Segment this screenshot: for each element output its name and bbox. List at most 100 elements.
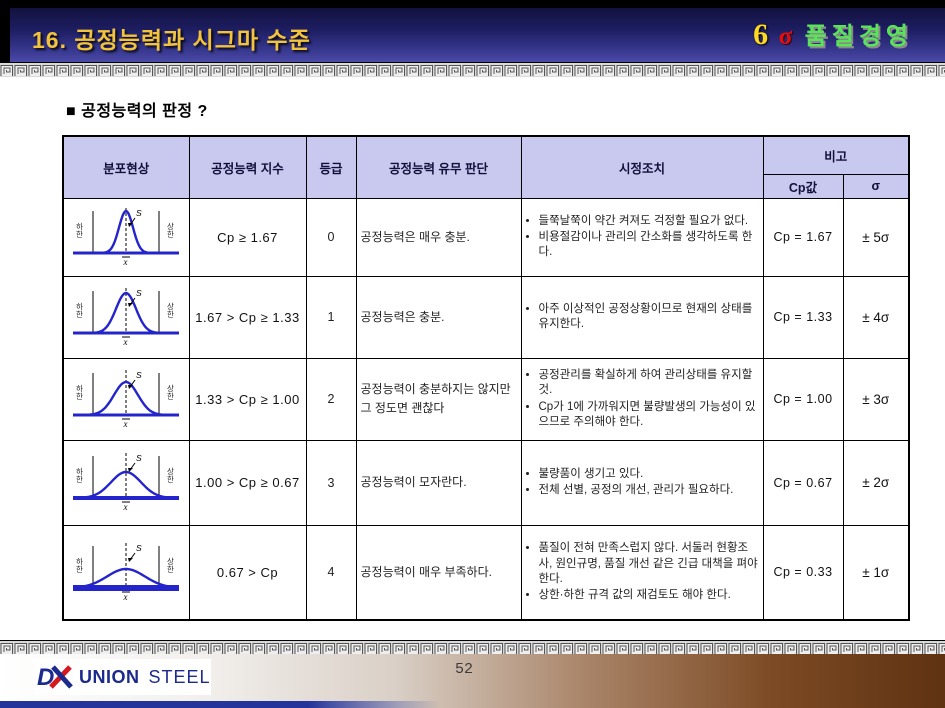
sigma-cell: ± 5σ [843,198,909,276]
table-row: S하한상한x Cp ≥ 1.67 0 공정능력은 매우 충분. 들쭉날쭉이 약간… [63,198,909,276]
cp-value-cell: Cp = 1.33 [763,276,843,358]
sigma-cell: ± 3σ [843,358,909,440]
svg-text:S: S [136,453,142,463]
svg-text:x: x [123,502,128,512]
col-header-cp-value: Cp값 [763,174,843,198]
distribution-cell: S하한상한x [63,276,189,358]
cp-value-cell: Cp = 0.33 [763,525,843,620]
svg-text:x: x [123,592,128,602]
action-item: 불량품이 생기고 있다. [539,467,759,482]
col-header-grade: 등급 [306,136,356,198]
cp-index-cell: 0.67 > Cp [189,525,306,620]
col-header-judgment: 공정능력 유무 판단 [356,136,521,198]
action-cell: 품질이 전혀 만족스럽지 않다. 서둘러 현황조사, 원인규명, 품질 개선 같… [521,525,763,620]
col-header-remark: 비고 [763,136,909,174]
cp-index-cell: 1.67 > Cp ≥ 1.33 [189,276,306,358]
svg-text:x: x [123,337,128,347]
svg-text:x: x [123,257,128,267]
svg-text:S: S [136,288,142,298]
svg-text:한: 한 [167,230,174,239]
distribution-curve: S하한상한x [69,538,183,602]
action-item: 품질이 전혀 만족스럽지 않다. 서둘러 현황조사, 원인규명, 품질 개선 같… [539,541,759,587]
action-item: 비용절감이나 관리의 간소화를 생각하도록 한다. [539,230,759,260]
sigma-cell: ± 2σ [843,440,909,525]
action-item: 전체 선별, 공정의 개선, 관리가 필요하다. [539,483,759,498]
distribution-cell: S하한상한x [63,440,189,525]
distribution-curve: S하한상한x [69,283,183,347]
table-row: S하한상한x 1.67 > Cp ≥ 1.33 1 공정능력은 충분. 아주 이… [63,276,909,358]
svg-text:S: S [136,543,142,553]
meander-border-top [0,62,945,78]
presentation-slide: 16. 공정능력과 시그마 수준 6 σ 품질경영 ■ 공정능력의 판정 ? 분… [0,0,945,708]
slide-footer: D UNION STEEL 52 [0,654,945,708]
grade-cell: 4 [306,525,356,620]
svg-text:한: 한 [167,310,174,319]
cp-value-cell: Cp = 1.00 [763,358,843,440]
col-header-cp-index: 공정능력 지수 [189,136,306,198]
judgment-cell: 공정능력이 매우 부족하다. [356,525,521,620]
action-item: Cp가 1에 가까워지면 불량발생의 가능성이 있으므로 주의해야 한다. [539,400,759,430]
logo-text: UNION STEEL [79,667,211,688]
slide-content: ■ 공정능력의 판정 ? 분포현상 공정능력 지수 등급 공정능력 유무 판단 … [0,77,945,640]
top-border-bar [0,0,945,8]
svg-text:S: S [136,208,142,218]
distribution-curve: S하한상한x [69,448,183,512]
slide-title: 16. 공정능력과 시그마 수준 [32,21,311,55]
judgment-cell: 공정능력이 충분하지는 않지만 그 정도면 괜찮다 [356,358,521,440]
svg-text:x: x [123,419,128,429]
distribution-cell: S하한상한x [63,198,189,276]
distribution-cell: S하한상한x [63,358,189,440]
judgment-cell: 공정능력은 매우 충분. [356,198,521,276]
footer-accent-bar [0,701,440,708]
grade-cell: 2 [306,358,356,440]
col-header-distribution: 분포현상 [63,136,189,198]
distribution-cell: S하한상한x [63,525,189,620]
section-title: ■ 공정능력의 판정 ? [66,97,208,121]
grade-cell: 0 [306,198,356,276]
judgment-cell: 공정능력은 충분. [356,276,521,358]
table-row: S하한상한x 0.67 > Cp 4 공정능력이 매우 부족하다. 품질이 전혀… [63,525,909,620]
grade-cell: 1 [306,276,356,358]
svg-text:한: 한 [167,475,174,484]
action-item: 들쭉날쭉이 약간 켜져도 걱정할 필요가 없다. [539,214,759,229]
table-row: S하한상한x 1.33 > Cp ≥ 1.00 2 공정능력이 충분하지는 않지… [63,358,909,440]
company-logo: D UNION STEEL [33,659,211,695]
svg-text:한: 한 [76,392,83,401]
six-sigma-brand: 6 σ 품질경영 [753,16,913,52]
svg-text:한: 한 [167,565,174,574]
svg-text:한: 한 [167,392,174,401]
page-number: 52 [455,661,473,678]
distribution-curve: S하한상한x [69,203,183,267]
judgment-cell: 공정능력이 모자란다. [356,440,521,525]
cp-value-cell: Cp = 1.67 [763,198,843,276]
action-cell: 공정관리를 확실하게 하여 관리상태를 유지할 것. Cp가 1에 가까워지면 … [521,358,763,440]
svg-text:한: 한 [76,565,83,574]
cp-index-cell: 1.33 > Cp ≥ 1.00 [189,358,306,440]
action-item: 아주 이상적인 공정상황이므로 현재의 상태를 유지한다. [539,302,759,332]
grade-cell: 3 [306,440,356,525]
action-cell: 아주 이상적인 공정상황이므로 현재의 상태를 유지한다. [521,276,763,358]
svg-text:한: 한 [76,230,83,239]
cp-index-cell: 1.00 > Cp ≥ 0.67 [189,440,306,525]
slide-header: 16. 공정능력과 시그마 수준 6 σ 품질경영 [10,8,945,62]
dk-logo-icon: D [37,663,73,691]
logo-text-union: UNION [79,667,140,687]
left-border-bar [0,0,10,62]
sigma-cell: ± 4σ [843,276,909,358]
cp-index-cell: Cp ≥ 1.67 [189,198,306,276]
svg-text:S: S [136,370,142,380]
action-cell: 들쭉날쭉이 약간 켜져도 걱정할 필요가 없다. 비용절감이나 관리의 간소화를… [521,198,763,276]
action-item: 상한·하한 규격 값의 재검토도 해야 한다. [539,588,759,603]
col-header-action: 시정조치 [521,136,763,198]
action-item: 공정관리를 확실하게 하여 관리상태를 유지할 것. [539,368,759,398]
cp-value-cell: Cp = 0.67 [763,440,843,525]
action-cell: 불량품이 생기고 있다. 전체 선별, 공정의 개선, 관리가 필요하다. [521,440,763,525]
table-row: S하한상한x 1.00 > Cp ≥ 0.67 3 공정능력이 모자란다. 불량… [63,440,909,525]
svg-text:한: 한 [76,475,83,484]
sigma-cell: ± 1σ [843,525,909,620]
logo-text-steel: STEEL [149,667,211,687]
process-capability-table: 분포현상 공정능력 지수 등급 공정능력 유무 판단 시정조치 비고 Cp값 σ… [62,135,910,621]
distribution-curve: S하한상한x [69,365,183,429]
sigma-symbol: σ [779,23,793,50]
col-header-sigma: σ [843,174,909,198]
